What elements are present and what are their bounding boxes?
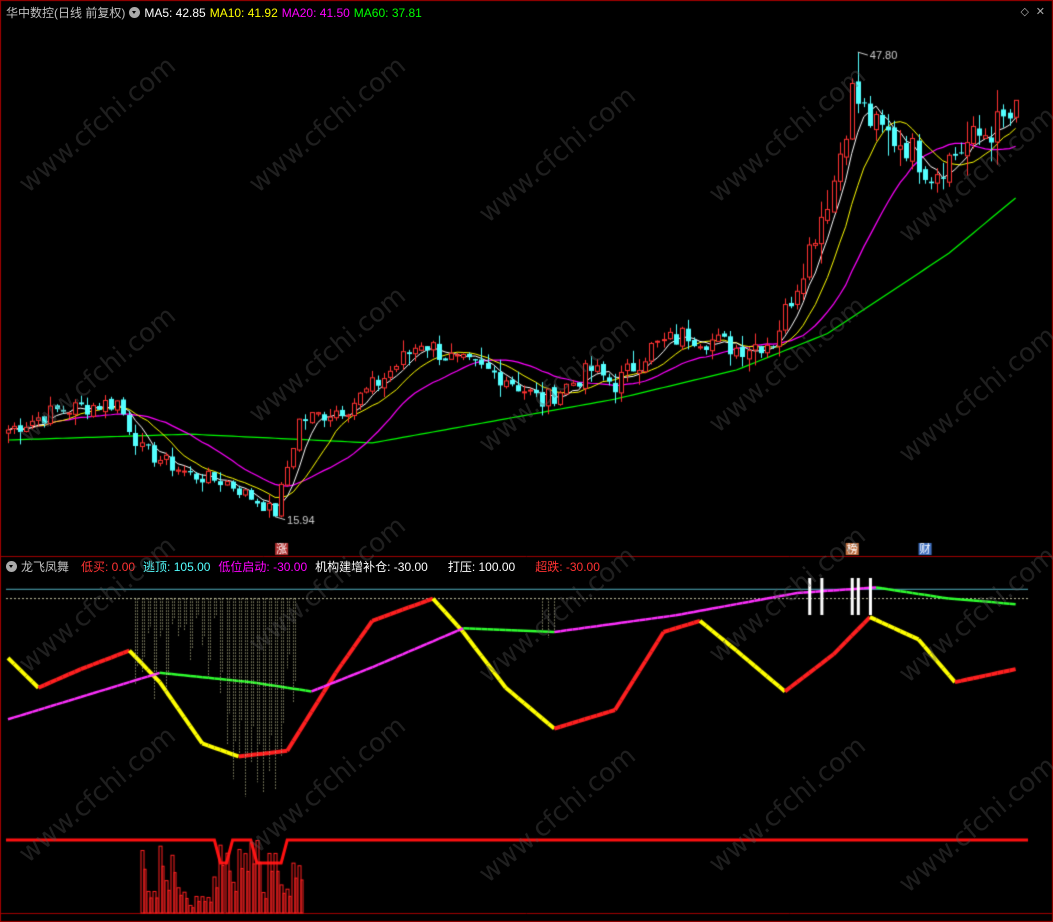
indicator-title[interactable]: 龙飞凤舞 xyxy=(21,560,69,574)
stock-title[interactable]: 华中数控(日线 前复权) xyxy=(6,6,125,20)
escape-label: 逃顶: 105.00 xyxy=(143,560,211,574)
low-start-label: 低位启动: -30.00 xyxy=(218,560,308,574)
buy-label: 低买: 0.00 xyxy=(81,560,136,574)
indicator-dropdown-icon[interactable] xyxy=(6,561,17,572)
indicator-header: 龙飞凤舞 低买: 0.00 逃顶: 105.00 低位启动: -30.00 机构建增补仓… xyxy=(6,559,604,575)
main-chart-header: 华中数控(日线 前复权) MA5: 42.85 MA10: 41.92 MA20: 4… xyxy=(6,5,426,21)
kline-indicator-chart[interactable] xyxy=(0,0,1053,922)
ma5-label: MA5: 42.85 xyxy=(144,6,206,20)
pressure-label: 打压: 100.00 xyxy=(447,560,516,574)
dropdown-icon[interactable] xyxy=(129,7,141,18)
ma20-label: MA20: 41.50 xyxy=(281,6,350,20)
oversold-label: 超跌: -30.00 xyxy=(535,560,600,574)
close-icon[interactable]: ✕ xyxy=(1036,5,1045,18)
diamond-icon[interactable]: ◇ xyxy=(1021,5,1029,18)
ma60-label: MA60: 37.81 xyxy=(353,6,422,20)
ma10-label: MA10: 41.92 xyxy=(209,6,278,20)
inst-add-label: 机构建增补仓: -30.00 xyxy=(315,560,428,574)
